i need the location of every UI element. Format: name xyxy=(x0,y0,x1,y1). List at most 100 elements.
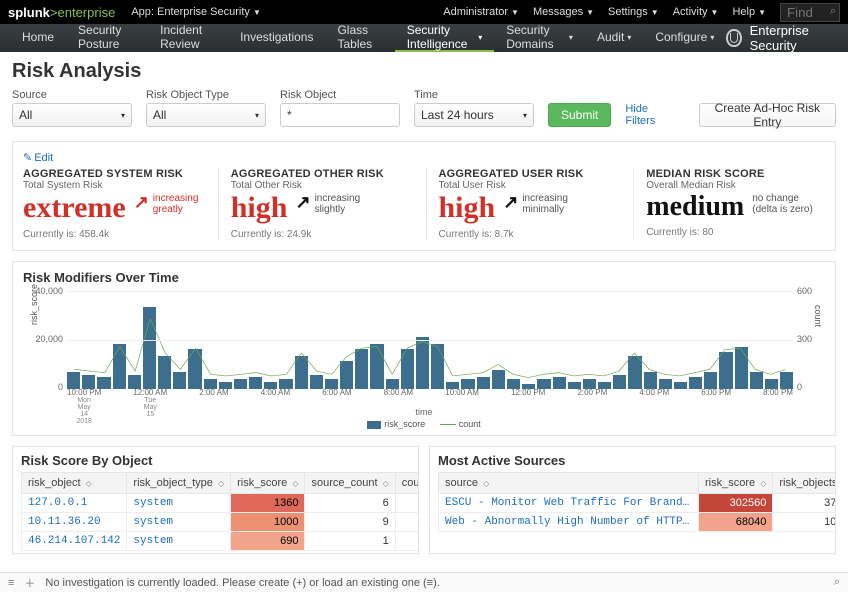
nav-tab-security-domains[interactable]: Security Domains▾ xyxy=(494,24,585,52)
menu-messages[interactable]: Messages▼ xyxy=(533,6,594,18)
chart-bar[interactable] xyxy=(613,375,626,389)
menu-administrator[interactable]: Administrator▼ xyxy=(443,6,519,18)
sort-icon: ◇ xyxy=(292,479,298,488)
cell-risk-object[interactable]: 127.0.0.1 xyxy=(22,494,127,513)
agg-level: high xyxy=(439,193,496,223)
chart-bar[interactable] xyxy=(689,377,702,389)
nav-tab-investigations[interactable]: Investigations xyxy=(228,24,325,52)
menu-activity[interactable]: Activity▼ xyxy=(673,6,719,18)
create-adhoc-button[interactable]: Create Ad-Hoc Risk Entry xyxy=(699,103,836,127)
list-icon[interactable]: ≡ xyxy=(8,577,14,589)
chart-bar[interactable] xyxy=(628,356,641,389)
cell-type[interactable]: system xyxy=(127,513,231,532)
chart-bar[interactable] xyxy=(780,372,793,389)
nav-tab-glass-tables[interactable]: Glass Tables xyxy=(325,24,394,52)
table-row[interactable]: Web - Abnormally High Number of HTTP Met… xyxy=(439,513,837,532)
col-risk_objects[interactable]: risk_objects ◇ xyxy=(773,473,836,494)
chevron-down-icon: ▾ xyxy=(523,111,527,120)
cell-risk-object[interactable]: 46.214.107.142 xyxy=(22,532,127,551)
cell-source[interactable]: Web - Abnormally High Number of HTTP Met… xyxy=(439,513,699,532)
agg-title: AGGREGATED USER RISK xyxy=(439,168,618,180)
top-bar: splunk>enterprise App: Enterprise Securi… xyxy=(0,0,848,24)
sort-icon: ◇ xyxy=(383,479,389,488)
chart-bar[interactable] xyxy=(674,382,687,389)
chart-bar[interactable] xyxy=(416,337,429,389)
chart-bar[interactable] xyxy=(234,379,247,389)
aggregate-card: AGGREGATED SYSTEM RISKTotal System Riske… xyxy=(23,168,202,240)
table-row[interactable]: ESCU - Monitor Web Traffic For Brand Abu… xyxy=(439,494,837,513)
menu-settings[interactable]: Settings▼ xyxy=(608,6,659,18)
chart-bar[interactable] xyxy=(704,372,717,389)
chart-bar[interactable] xyxy=(735,347,748,389)
cell-score: 302560 xyxy=(699,494,773,513)
cell-type[interactable]: system xyxy=(127,494,231,513)
nav-tab-configure[interactable]: Configure▾ xyxy=(643,24,726,52)
global-search[interactable]: ⌕ xyxy=(780,3,840,22)
chart-bar[interactable] xyxy=(719,352,732,389)
cell-count: 14 xyxy=(395,513,419,532)
table-row[interactable]: 10.11.36.20system1000914 xyxy=(22,513,420,532)
chart-bar[interactable] xyxy=(340,361,353,389)
zoom-icon[interactable]: ⌕ xyxy=(834,576,840,589)
agg-trend: ↗increasingslightly xyxy=(295,193,360,215)
chart-bar[interactable] xyxy=(158,356,171,389)
filter-source-select[interactable]: All▾ xyxy=(12,103,132,127)
cell-count: 11 xyxy=(395,532,419,551)
agg-title: MEDIAN RISK SCORE xyxy=(646,168,825,180)
chart-bar[interactable] xyxy=(310,375,323,389)
chart-bar[interactable] xyxy=(553,377,566,389)
chart-title: Risk Modifiers Over Time xyxy=(23,270,825,285)
col-risk_score[interactable]: risk_score ◇ xyxy=(699,473,773,494)
col-risk_score[interactable]: risk_score ◇ xyxy=(231,473,305,494)
cell-source-count: 9 xyxy=(305,513,395,532)
hide-filters-link[interactable]: Hide Filters xyxy=(625,103,670,127)
filter-time-select[interactable]: Last 24 hours▾ xyxy=(414,103,534,127)
risk-by-object-table: risk_object ◇risk_object_type ◇risk_scor… xyxy=(21,472,419,551)
nav-tab-security-intelligence[interactable]: Security Intelligence▾ xyxy=(395,24,495,52)
chart-bar[interactable] xyxy=(128,375,141,389)
chart-bar[interactable] xyxy=(644,372,657,389)
filter-type-select[interactable]: All▾ xyxy=(146,103,266,127)
col-risk_object[interactable]: risk_object ◇ xyxy=(22,473,127,494)
cell-score: 1000 xyxy=(231,513,305,532)
chart-bar[interactable] xyxy=(113,344,126,389)
add-icon[interactable]: ＋ xyxy=(24,575,35,591)
nav-tab-incident-review[interactable]: Incident Review xyxy=(148,24,228,52)
chart-bar[interactable] xyxy=(143,307,156,389)
chevron-down-icon: ▼ xyxy=(253,8,261,17)
table-row[interactable]: 127.0.0.1system1360623 xyxy=(22,494,420,513)
chart-bar[interactable] xyxy=(370,344,383,389)
nav-tab-home[interactable]: Home xyxy=(10,24,66,52)
chart-area[interactable]: risk_score 40,000 20,000 0 count 600 300… xyxy=(23,289,825,407)
col-risk_object_type[interactable]: risk_object_type ◇ xyxy=(127,473,231,494)
chart-bar[interactable] xyxy=(295,356,308,389)
cell-risk-object[interactable]: 10.11.36.20 xyxy=(22,513,127,532)
nav-tab-audit[interactable]: Audit▾ xyxy=(585,24,643,52)
chevron-down-icon: ▼ xyxy=(758,8,766,17)
table-row[interactable]: 46.214.107.142system690111 xyxy=(22,532,420,551)
aggregate-panel: ✎Edit AGGREGATED SYSTEM RISKTotal System… xyxy=(12,141,836,251)
chevron-down-icon: ▾ xyxy=(121,111,125,120)
chart-bar[interactable] xyxy=(401,349,414,389)
filter-object-input[interactable]: * xyxy=(280,103,400,127)
chart-bar[interactable] xyxy=(173,372,186,389)
col-source_count[interactable]: source_count ◇ xyxy=(305,473,395,494)
col-count[interactable]: count ◇ xyxy=(395,473,419,494)
cell-type[interactable]: system xyxy=(127,532,231,551)
app-selector[interactable]: App: Enterprise Security▼ xyxy=(131,6,261,18)
menu-help[interactable]: Help▼ xyxy=(732,6,766,18)
chart-bar[interactable] xyxy=(82,375,95,389)
active-sources-table: source ◇risk_score ◇risk_objects ◇count … xyxy=(438,472,836,532)
nav-tab-security-posture[interactable]: Security Posture xyxy=(66,24,148,52)
x-tick: 12:00 AMTueMay15 xyxy=(133,389,167,407)
chart-bar[interactable] xyxy=(431,344,444,389)
col-source[interactable]: source ◇ xyxy=(439,473,699,494)
chart-bar[interactable] xyxy=(492,370,505,389)
chart-bar[interactable] xyxy=(750,372,763,389)
chart-bar[interactable] xyxy=(67,372,80,389)
cell-source[interactable]: ESCU - Monitor Web Traffic For Brand Abu… xyxy=(439,494,699,513)
chart-bar[interactable] xyxy=(188,349,201,389)
edit-link[interactable]: ✎Edit xyxy=(23,151,53,164)
submit-button[interactable]: Submit xyxy=(548,103,611,127)
chart-bar[interactable] xyxy=(355,349,368,389)
